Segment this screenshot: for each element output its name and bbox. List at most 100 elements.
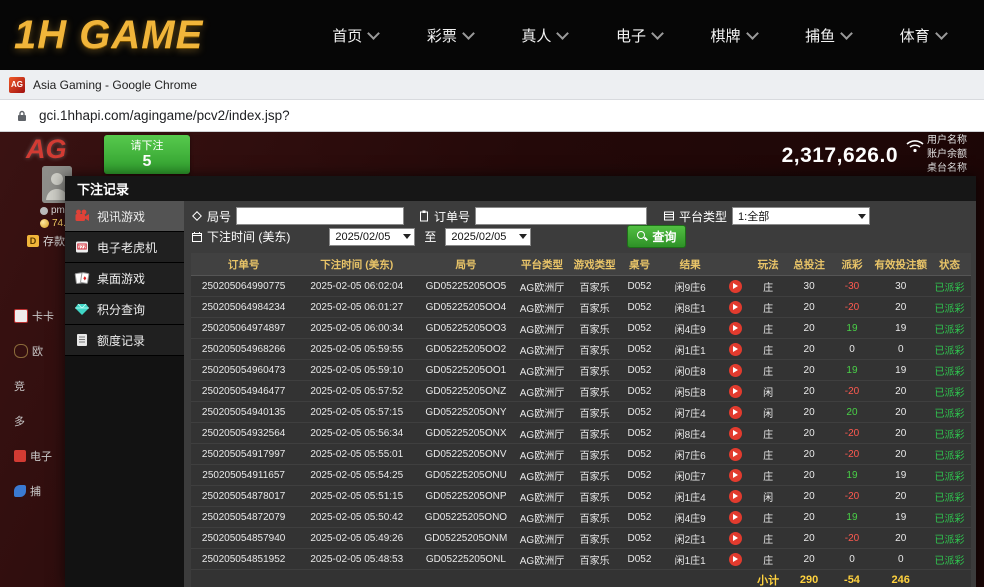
replay-button[interactable] — [729, 322, 742, 335]
casino-item-捕[interactable]: 捕 — [0, 473, 64, 508]
casino-item-竞[interactable]: 竞 — [0, 368, 64, 403]
nav-item-体育[interactable]: 体育 — [900, 25, 946, 46]
platform-select[interactable]: 1:全部 — [732, 207, 870, 225]
cell-platform: AG欧洲厅 — [515, 402, 570, 423]
cell-result: 闲8庄4 — [659, 423, 721, 444]
play-icon — [733, 472, 738, 478]
replay-button[interactable] — [729, 301, 742, 314]
subtotal-total-bet: 290 — [788, 570, 831, 587]
cell-order: 250205054857940 — [191, 528, 296, 549]
browser-addressbar[interactable]: gci.1hhapi.com/agingame/pcv2/index.jsp? — [0, 100, 984, 132]
cell-status: 已派彩 — [928, 318, 971, 339]
chevron-down-icon — [557, 27, 570, 40]
casino-item-多[interactable]: 多 — [0, 403, 64, 438]
replay-button[interactable] — [729, 343, 742, 356]
browser-titlebar[interactable]: AG Asia Gaming - Google Chrome — [0, 70, 984, 100]
cell-game: 百家乐 — [569, 465, 620, 486]
replay-button[interactable] — [729, 490, 742, 503]
order-icon — [418, 210, 430, 222]
cell-platform: AG欧洲厅 — [515, 549, 570, 570]
url-text: gci.1hhapi.com/agingame/pcv2/index.jsp? — [39, 108, 290, 123]
cell-platform: AG欧洲厅 — [515, 423, 570, 444]
cell-payout: 0 — [831, 339, 874, 360]
casino-item-电子[interactable]: 电子 — [0, 438, 64, 473]
table-row: 2502050548519522025-02-05 05:48:53GD0522… — [191, 549, 971, 570]
cell-order: 250205054872079 — [191, 507, 296, 528]
cell-time: 2025-02-05 05:56:34 — [296, 423, 417, 444]
chevron-down-icon — [746, 27, 759, 40]
cell-round: GD05225205ONM — [417, 528, 515, 549]
balance-amount: 2,317,626.0 — [782, 144, 898, 168]
cell-order: 250205064974897 — [191, 318, 296, 339]
menu-item-label: 电子老虎机 — [97, 239, 157, 256]
nav-item-真人[interactable]: 真人 — [521, 25, 567, 46]
nav-item-首页[interactable]: 首页 — [332, 25, 378, 46]
cell-payout: 19 — [831, 465, 874, 486]
nav-item-捕鱼[interactable]: 捕鱼 — [805, 25, 851, 46]
cell-game: 百家乐 — [569, 381, 620, 402]
nav-item-棋牌[interactable]: 棋牌 — [711, 25, 757, 46]
table-row: 2502050549116572025-02-05 05:54:25GD0522… — [191, 465, 971, 486]
cell-result: 闲1庄1 — [659, 549, 721, 570]
search-icon — [637, 231, 648, 242]
replay-button[interactable] — [729, 469, 742, 482]
menu-item-电子老虎机[interactable]: 777电子老虎机 — [65, 232, 184, 263]
cell-time: 2025-02-05 06:02:04 — [296, 276, 417, 297]
deposit-button[interactable]: D 存款 — [27, 233, 65, 249]
replay-button[interactable] — [729, 532, 742, 545]
table-row: 2502050549604732025-02-05 05:59:10GD0522… — [191, 360, 971, 381]
cell-total-bet: 20 — [788, 444, 831, 465]
cell-payout: 19 — [831, 360, 874, 381]
cell-platform: AG欧洲厅 — [515, 318, 570, 339]
date-to-select[interactable]: 2025/02/05 — [445, 228, 531, 246]
play-icon — [733, 493, 738, 499]
cell-play: 闲 — [749, 381, 788, 402]
replay-button[interactable] — [729, 406, 742, 419]
casino-item-卡卡[interactable]: 卡卡 — [0, 298, 64, 333]
menu-item-视讯游戏[interactable]: 视讯游戏 — [65, 201, 184, 232]
replay-button[interactable] — [729, 385, 742, 398]
replay-button[interactable] — [729, 448, 742, 461]
nav-item-彩票[interactable]: 彩票 — [427, 25, 473, 46]
cell-order: 250205054940135 — [191, 402, 296, 423]
table-row: 2502050649842342025-02-05 06:01:27GD0522… — [191, 297, 971, 318]
cell-replay — [721, 402, 748, 423]
table-row: 2502050549401352025-02-05 05:57:15GD0522… — [191, 402, 971, 423]
replay-button[interactable] — [729, 553, 742, 566]
menu-item-额度记录[interactable]: 额度记录 — [65, 325, 184, 356]
play-icon — [733, 304, 738, 310]
cell-time: 2025-02-05 06:00:34 — [296, 318, 417, 339]
cell-valid-bet: 19 — [873, 318, 928, 339]
menu-item-桌面游戏[interactable]: 桌面游戏 — [65, 263, 184, 294]
replay-button[interactable] — [729, 280, 742, 293]
play-icon — [733, 451, 738, 457]
bet-timer: 5 — [143, 153, 152, 170]
round-input[interactable] — [236, 207, 404, 225]
cell-play: 庄 — [749, 276, 788, 297]
play-icon — [733, 409, 738, 415]
cell-time: 2025-02-05 05:57:15 — [296, 402, 417, 423]
nav-item-电子[interactable]: 电子 — [616, 25, 662, 46]
cell-valid-bet: 20 — [873, 402, 928, 423]
cell-total-bet: 20 — [788, 402, 831, 423]
play-icon — [733, 430, 738, 436]
table-row: 2502050649907752025-02-05 06:02:04GD0522… — [191, 276, 971, 297]
replay-button[interactable] — [729, 511, 742, 524]
menu-item-积分查询[interactable]: 积分查询 — [65, 294, 184, 325]
date-from-select[interactable]: 2025/02/05 — [329, 228, 415, 246]
cell-table: D052 — [620, 423, 659, 444]
order-input[interactable] — [475, 207, 647, 225]
cell-time: 2025-02-05 05:57:52 — [296, 381, 417, 402]
cell-play: 闲 — [749, 402, 788, 423]
casino-item-欧[interactable]: 欧 — [0, 333, 64, 368]
column-header: 下注时间 (美东) — [296, 253, 417, 276]
cell-valid-bet: 19 — [873, 360, 928, 381]
replay-button[interactable] — [729, 364, 742, 377]
cell-total-bet: 20 — [788, 507, 831, 528]
legend-line: 用户名称 — [927, 134, 983, 148]
replay-button[interactable] — [729, 427, 742, 440]
platform-select-value: 1:全部 — [738, 208, 769, 224]
search-button[interactable]: 查询 — [627, 225, 686, 248]
nav-label: 首页 — [332, 25, 362, 46]
platform-label: 平台类型 — [679, 208, 727, 225]
